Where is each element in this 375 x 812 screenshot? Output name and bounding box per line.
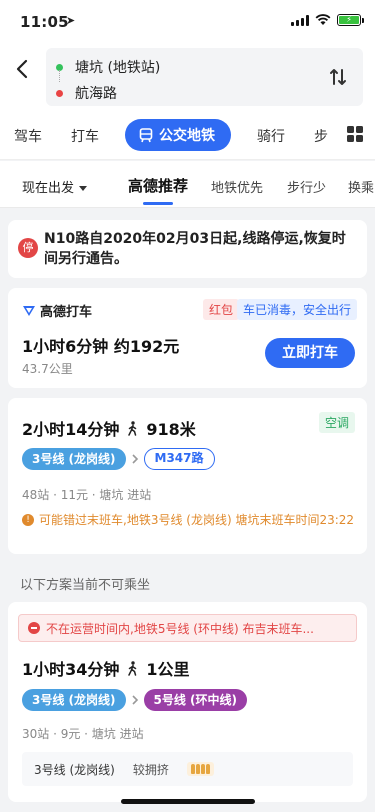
taxi-brand: 高德打车 [22, 301, 92, 320]
plan2-lines: 3号线 (龙岗线) 5号线 (环中线) [22, 689, 247, 711]
tab-transit[interactable]: 公交地铁 [125, 119, 231, 151]
crowding-line: 3号线 (龙岗线) [34, 762, 115, 777]
tab-drive[interactable]: 驾车 [14, 126, 42, 146]
crowding-info: 3号线 (龙岗线) 较拥挤 [22, 752, 353, 786]
tab-taxi[interactable]: 打车 [71, 126, 99, 146]
signal-icon [291, 14, 309, 26]
line-chip: 3号线 (龙岗线) [22, 689, 126, 711]
plan1-duration: 2小时14分钟 [22, 420, 120, 439]
stop-icon: 停 [18, 238, 38, 258]
crowding-level: 较拥挤 [132, 762, 169, 777]
plan1-summary: 2小时14分钟 918米 [22, 416, 196, 440]
filter-recommended-label: 高德推荐 [128, 177, 189, 195]
no-entry-icon [28, 622, 40, 634]
taxi-duration-price: 1小时6分钟 约192元 [22, 337, 180, 356]
not-operating-banner: 不在运营时间内,地铁5号线 (环中线) 布吉末班车... [18, 614, 357, 642]
not-operating-text: 不在运营时间内,地铁5号线 (环中线) 布吉末班车... [46, 621, 314, 636]
crowding-people-icon [186, 762, 214, 776]
amap-logo-icon [23, 305, 35, 316]
tab-walk[interactable]: 步 [314, 126, 328, 146]
status-time: 11:05 [20, 13, 69, 31]
route-connector [59, 70, 60, 82]
departure-time-label: 现在出发 [22, 181, 75, 196]
status-icons: ⚡ [291, 14, 364, 26]
filter-subway-first[interactable]: 地铁优先 [211, 177, 263, 196]
unavailable-section-title: 以下方案当前不可乘坐 [20, 578, 151, 593]
notice-text: N10路自2020年02月03日起,线路停运,恢复时间另行通告。 [44, 231, 346, 267]
chevron-right-icon [131, 695, 138, 705]
battery-icon: ⚡ [337, 14, 364, 26]
route-header: 塘坑 (地铁站) 航海路 [0, 44, 375, 110]
home-indicator [121, 799, 255, 804]
last-train-warning-text: 可能错过末班车,地铁3号线 (龙岗线) 塘坑末班车时间23:22 [39, 513, 355, 527]
filter-bar: 现在出发 高德推荐 地铁优先 步行少 换乘 [0, 161, 375, 208]
location-arrow-icon: ➤ [66, 14, 76, 27]
filter-recommended[interactable]: 高德推荐 [128, 175, 189, 205]
destination-dot-icon [56, 89, 63, 97]
taxi-card[interactable]: 高德打车 红包 车已消毒，安全出行 1小时6分钟 约192元 43.7公里 立即… [8, 288, 367, 388]
taxi-distance: 43.7公里 [22, 362, 73, 376]
tab-bike[interactable]: 骑行 [257, 126, 285, 146]
red-packet-tag: 红包 [202, 299, 239, 320]
call-taxi-button[interactable]: 立即打车 [265, 338, 355, 368]
tab-transit-label: 公交地铁 [159, 128, 215, 144]
origin-label: 塘坑 (地铁站) [75, 60, 161, 76]
bus-chip: M347路 [143, 448, 215, 470]
filter-less-walking[interactable]: 步行少 [287, 177, 326, 196]
route-plan-2[interactable]: 不在运营时间内,地铁5号线 (环中线) 布吉末班车... 1小时34分钟 1公里… [8, 602, 367, 802]
air-conditioning-badge: 空调 [318, 412, 355, 433]
sanitized-tag: 车已消毒，安全出行 [236, 299, 357, 320]
route-plan-1[interactable]: 2小时14分钟 918米 空调 3号线 (龙岗线) M347路 48站 · 11… [8, 398, 367, 554]
mode-tabs: 驾车 打车 公交地铁 骑行 步 [0, 110, 375, 160]
plan1-meta: 48站 · 11元 · 塘坑 进站 [22, 488, 152, 502]
destination-label: 航海路 [75, 86, 117, 102]
plan1-lines: 3号线 (龙岗线) M347路 [22, 448, 215, 470]
plan2-meta: 30站 · 9元 · 塘坑 进站 [22, 727, 144, 741]
plan2-duration: 1小时34分钟 [22, 660, 120, 679]
back-arrow-icon[interactable] [12, 58, 34, 80]
destination-row[interactable]: 航海路 [56, 83, 117, 103]
filter-transfer[interactable]: 换乘 [348, 177, 374, 196]
walk-icon [128, 660, 137, 676]
caret-down-icon [79, 186, 88, 191]
bus-icon [139, 127, 153, 142]
service-notice[interactable]: 停 N10路自2020年02月03日起,线路停运,恢复时间另行通告。 [8, 220, 367, 278]
plan1-walk: 918米 [146, 420, 196, 439]
active-indicator [143, 202, 173, 205]
origin-row[interactable]: 塘坑 (地铁站) [56, 57, 160, 77]
plan2-walk: 1公里 [146, 660, 190, 679]
departure-time-dropdown[interactable]: 现在出发 [22, 177, 88, 196]
more-modes-icon[interactable] [347, 126, 363, 142]
taxi-brand-label: 高德打车 [40, 305, 93, 320]
walk-icon [128, 420, 137, 436]
line-chip: 5号线 (环中线) [143, 689, 247, 711]
last-train-warning: ! 可能错过末班车,地铁3号线 (龙岗线) 塘坑末班车时间23:22 [22, 512, 358, 529]
wifi-icon [315, 14, 331, 25]
plan2-summary: 1小时34分钟 1公里 [22, 656, 190, 680]
route-box[interactable]: 塘坑 (地铁站) 航海路 [46, 48, 363, 106]
line-chip: 3号线 (龙岗线) [22, 448, 126, 470]
warning-icon: ! [22, 514, 34, 526]
chevron-right-icon [131, 454, 138, 464]
swap-icon[interactable] [327, 66, 349, 88]
status-bar: 11:05 ➤ ⚡ [0, 0, 375, 44]
